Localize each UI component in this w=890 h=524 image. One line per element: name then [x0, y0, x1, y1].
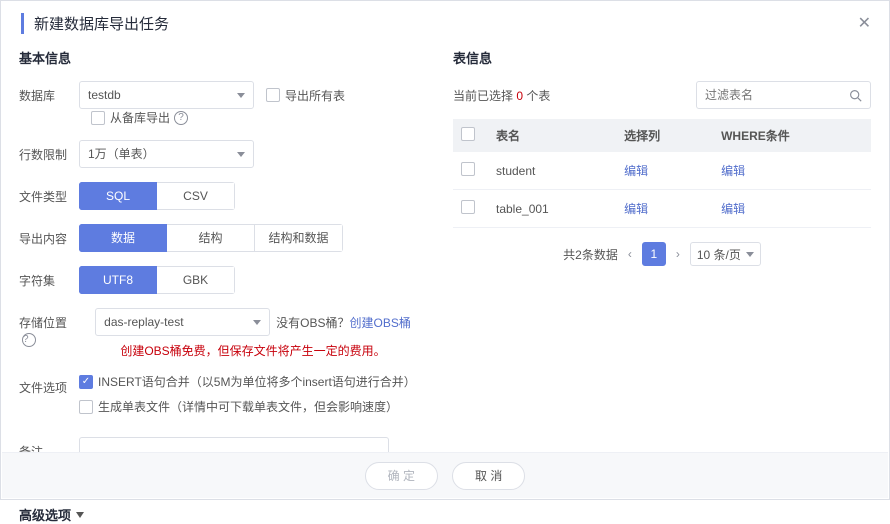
storage-help-icon[interactable]: ? — [22, 333, 36, 347]
basic-info-title: 基本信息 — [19, 48, 427, 67]
col-where: WHERE条件 — [713, 119, 871, 152]
chevron-down-icon — [237, 93, 245, 98]
select-all-checkbox[interactable] — [461, 127, 475, 141]
create-obs-link[interactable]: 创建OBS桶 — [350, 314, 411, 331]
row-limit-select[interactable]: 1万（单表） — [79, 140, 254, 168]
obs-warning-text: 创建OBS桶免费，但保存文件将产生一定的费用。 — [120, 342, 385, 359]
content-data-button[interactable]: 数据 — [79, 224, 167, 252]
chevron-down-icon — [76, 512, 84, 518]
single-table-file-checkbox[interactable]: 生成单表文件（详情中可下载单表文件，但会影响速度） — [79, 398, 398, 415]
label-file-option: 文件选项 — [19, 373, 79, 396]
modal-title: 新建数据库导出任务 — [21, 13, 869, 34]
chevron-down-icon — [746, 252, 754, 257]
close-icon[interactable]: ✕ — [858, 13, 871, 33]
database-select-value: testdb — [88, 82, 121, 108]
from-backup-checkbox[interactable]: 从备库导出 — [91, 109, 170, 126]
content-structure-button[interactable]: 结构 — [167, 224, 255, 252]
database-select[interactable]: testdb — [79, 81, 254, 109]
export-all-tables-checkbox[interactable]: 导出所有表 — [266, 87, 345, 104]
table-row: student 编辑 编辑 — [453, 152, 871, 190]
label-database: 数据库 — [19, 81, 79, 104]
storage-value: das-replay-test — [104, 309, 183, 335]
col-select-column: 选择列 — [616, 119, 713, 152]
row-limit-value: 1万（单表） — [88, 141, 155, 167]
pagination-page-1[interactable]: 1 — [642, 242, 666, 266]
row-table-name: student — [488, 152, 616, 190]
col-table-name: 表名 — [488, 119, 616, 152]
cancel-button[interactable]: 取 消 — [452, 462, 525, 490]
table-row: table_001 编辑 编辑 — [453, 190, 871, 228]
table-info-title: 表信息 — [453, 48, 871, 67]
row-table-name: table_001 — [488, 190, 616, 228]
chevron-down-icon — [253, 320, 261, 325]
row-checkbox[interactable] — [461, 162, 475, 176]
filter-table-input[interactable] — [705, 88, 845, 102]
label-storage: 存储位置 ? — [19, 308, 79, 347]
charset-utf8-button[interactable]: UTF8 — [79, 266, 157, 294]
page-size-select[interactable]: 10 条/页 — [690, 242, 761, 266]
filetype-sql-button[interactable]: SQL — [79, 182, 157, 210]
filter-table-input-wrap[interactable] — [696, 81, 871, 109]
obs-missing-text: 没有OBS桶？ — [276, 314, 349, 331]
from-backup-help-icon[interactable]: ? — [174, 111, 188, 125]
advanced-options-toggle[interactable]: 高级选项 — [19, 505, 427, 524]
storage-select[interactable]: das-replay-test — [95, 308, 270, 336]
pagination: 共2条数据 ‹ 1 › 10 条/页 — [453, 242, 871, 266]
edit-columns-link[interactable]: 编辑 — [624, 164, 648, 178]
pagination-prev[interactable]: ‹ — [626, 247, 634, 261]
pagination-total: 共2条数据 — [563, 246, 618, 263]
content-both-button[interactable]: 结构和数据 — [255, 224, 343, 252]
insert-merge-checkbox[interactable]: ✓INSERT语句合并（以5M为单位将多个insert语句进行合并） — [79, 373, 416, 390]
label-export-content: 导出内容 — [19, 224, 79, 247]
pagination-next[interactable]: › — [674, 247, 682, 261]
row-checkbox[interactable] — [461, 200, 475, 214]
chevron-down-icon — [237, 152, 245, 157]
search-icon — [849, 89, 862, 102]
confirm-button[interactable]: 确 定 — [365, 462, 438, 490]
edit-columns-link[interactable]: 编辑 — [624, 202, 648, 216]
filetype-csv-button[interactable]: CSV — [157, 182, 235, 210]
label-charset: 字符集 — [19, 266, 79, 289]
edit-where-link[interactable]: 编辑 — [721, 164, 745, 178]
label-row-limit: 行数限制 — [19, 140, 79, 163]
edit-where-link[interactable]: 编辑 — [721, 202, 745, 216]
label-file-type: 文件类型 — [19, 182, 79, 205]
table-list: 表名 选择列 WHERE条件 student 编辑 编辑 table_001 编… — [453, 119, 871, 228]
charset-gbk-button[interactable]: GBK — [157, 266, 235, 294]
selected-count-text: 当前已选择 0 个表 — [453, 87, 550, 104]
